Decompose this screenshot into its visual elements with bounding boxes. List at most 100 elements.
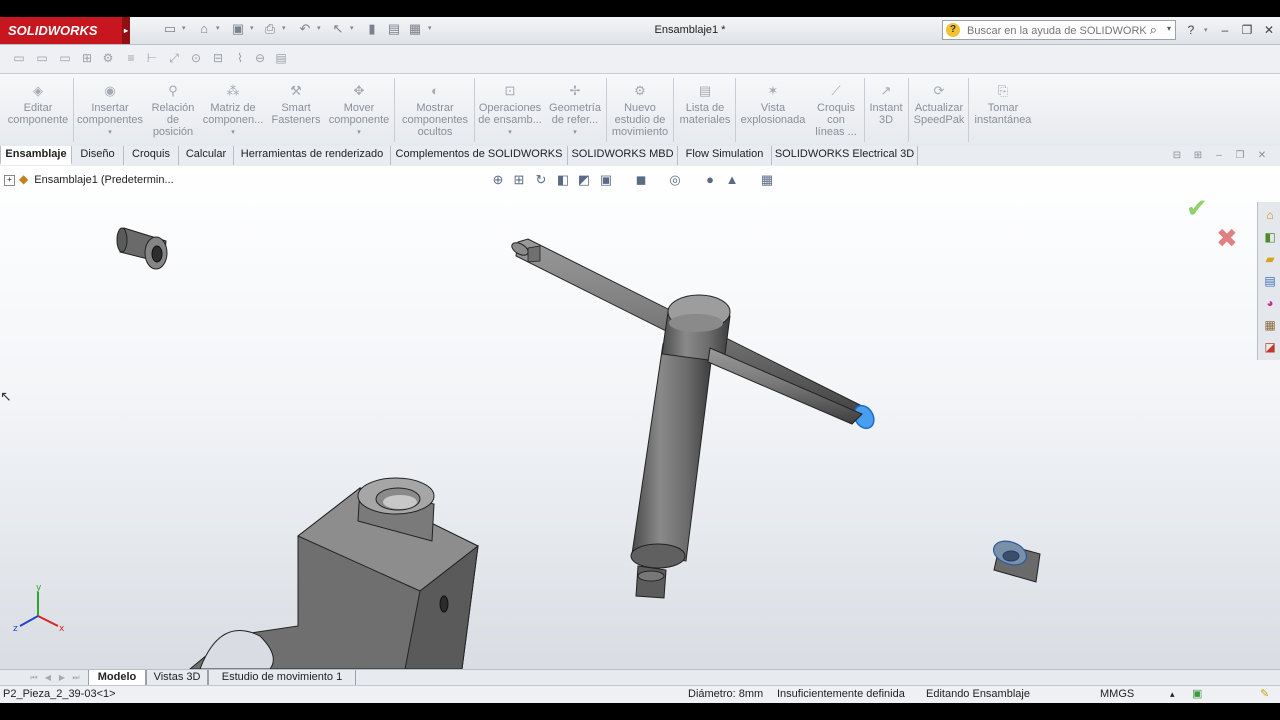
- cmd-smart-fasteners[interactable]: ⚒ Smart Fasteners: [266, 78, 326, 144]
- menu-expand-icon[interactable]: ▸: [122, 17, 130, 44]
- file-explorer-icon[interactable]: ▰: [1261, 250, 1279, 268]
- save-icon[interactable]: ▣: [230, 21, 246, 37]
- undo-icon[interactable]: ↶: [297, 21, 313, 37]
- viewport-restore-icon[interactable]: ❐: [1233, 149, 1247, 163]
- cmd-nuevo-estudio-movimiento[interactable]: ⚙ Nuevo estudio de movimiento: [608, 78, 672, 144]
- help-icon[interactable]: ?: [1182, 22, 1200, 38]
- print-icon[interactable]: ⎙: [262, 21, 278, 37]
- cmd-instant-3d[interactable]: ↗ Instant 3D: [866, 78, 906, 144]
- view-palette-icon[interactable]: ▤: [1261, 272, 1279, 290]
- bracket-part[interactable]: [189, 477, 479, 669]
- toolbar-tool-6-icon[interactable]: ≡: [124, 51, 138, 65]
- tab-herramientas-renderizado[interactable]: Herramientas de renderizado: [234, 146, 391, 165]
- options-icon[interactable]: ▦: [407, 21, 423, 37]
- restore-icon[interactable]: ❐: [1238, 22, 1256, 38]
- solidworks-logo[interactable]: SOLIDWORKS ▸: [0, 17, 130, 44]
- bushing-part-2[interactable]: [990, 537, 1041, 583]
- toolbar-tool-7-icon[interactable]: ⊢: [145, 51, 159, 65]
- new-dropdown-icon[interactable]: ▾: [182, 24, 188, 32]
- rebuild-icon[interactable]: ▮: [364, 21, 380, 37]
- tab-electrical-3d[interactable]: SOLIDWORKS Electrical 3D: [772, 146, 918, 165]
- close-icon[interactable]: ✕: [1260, 22, 1278, 38]
- graphics-area[interactable]: + ◆ Ensamblaje1 (Predetermin... ⊕ ⊞ ↻ ◧ ◩ …: [0, 166, 1280, 669]
- toolbar-tool-4-icon[interactable]: ⊞: [80, 51, 94, 65]
- viewport-tile-icon[interactable]: ⊟: [1170, 149, 1184, 163]
- undo-dropdown-icon[interactable]: ▾: [317, 24, 323, 32]
- toolbar-tool-12-icon[interactable]: ⊖: [253, 51, 267, 65]
- home-icon[interactable]: ⌂: [1261, 206, 1279, 224]
- toolbar-tool-9-icon[interactable]: ⊙: [189, 51, 203, 65]
- custom-properties-icon[interactable]: ▦: [1261, 316, 1279, 334]
- open-dropdown-icon[interactable]: ▾: [216, 24, 222, 32]
- new-document-icon[interactable]: ▭: [162, 21, 178, 37]
- dropdown-arrow-icon[interactable]: ▾: [545, 127, 605, 139]
- help-search-box[interactable]: ? ⌕ ▾: [942, 20, 1176, 40]
- tab-estudio-movimiento[interactable]: Estudio de movimiento 1: [208, 670, 356, 685]
- toolbar-tool-2-icon[interactable]: ▭: [35, 51, 49, 65]
- viewport-close-icon[interactable]: ✕: [1255, 149, 1269, 163]
- toolbar-tool-13-icon[interactable]: ▤: [274, 51, 288, 65]
- cmd-operaciones-ensamblaje[interactable]: ⊡ Operaciones de ensamb... ▾: [476, 78, 544, 144]
- cmd-tomar-instantanea[interactable]: ⎘ Tomar instantánea: [970, 78, 1036, 144]
- dropdown-arrow-icon[interactable]: ▾: [327, 127, 391, 139]
- tab-croquis[interactable]: Croquis: [124, 146, 179, 165]
- select-arrow-icon[interactable]: ↖: [330, 21, 346, 37]
- cmd-vista-explosionada[interactable]: ✶ Vista explosionada: [737, 78, 809, 144]
- toolbar-tool-1-icon[interactable]: ▭: [12, 51, 26, 65]
- search-dropdown-icon[interactable]: ▾: [1167, 24, 1171, 33]
- appearances-icon[interactable]: ◕: [1261, 294, 1279, 312]
- rebuild-status-icon[interactable]: ▣: [1192, 686, 1202, 703]
- tab-modelo[interactable]: Modelo: [88, 670, 146, 685]
- model-scene[interactable]: ✔ ✖ y x z ↖: [0, 166, 1280, 669]
- print-dropdown-icon[interactable]: ▾: [282, 24, 288, 32]
- t-handle-part[interactable]: [510, 238, 878, 599]
- file-properties-icon[interactable]: ▤: [386, 21, 402, 37]
- cmd-mostrar-componentes-ocultos[interactable]: ◐ Mostrar componentes ocultos: [397, 78, 473, 144]
- cmd-lista-materiales[interactable]: ▤ Lista de materiales: [676, 78, 734, 144]
- notifications-icon[interactable]: ✎: [1260, 686, 1269, 703]
- cmd-editar-componente[interactable]: ◈ Editar componente: [4, 78, 72, 144]
- dropdown-arrow-icon[interactable]: ▾: [76, 127, 144, 139]
- toolbar-tool-8-icon[interactable]: ⤢: [167, 51, 181, 65]
- help-dropdown-icon[interactable]: ▾: [1204, 26, 1210, 34]
- search-icon[interactable]: ⌕: [1150, 22, 1157, 38]
- save-dropdown-icon[interactable]: ▾: [250, 24, 256, 32]
- dropdown-arrow-icon[interactable]: ▾: [476, 127, 544, 139]
- open-folder-icon[interactable]: ⌂: [196, 21, 212, 37]
- toolbar-tool-5-icon[interactable]: ⚙: [101, 51, 115, 65]
- resources-icon[interactable]: ◧: [1261, 228, 1279, 246]
- toolbar-tool-3-icon[interactable]: ▭: [58, 51, 72, 65]
- bushing-part-1[interactable]: [116, 227, 168, 270]
- dropdown-arrow-icon[interactable]: ▾: [202, 127, 264, 139]
- confirm-check-icon[interactable]: ✔: [1186, 194, 1208, 224]
- cmd-insertar-componentes[interactable]: ◉ Insertar componentes ▾: [76, 78, 144, 144]
- solidworks-forum-icon[interactable]: ◪: [1261, 338, 1279, 356]
- next-tab-icon[interactable]: ▶: [56, 672, 68, 684]
- tab-calcular[interactable]: Calcular: [179, 146, 234, 165]
- cmd-croquis-lineas[interactable]: ⟋ Croquis con líneas ...: [810, 78, 862, 144]
- cmd-relacion-posicion[interactable]: ⚲ Relación de posición: [145, 78, 201, 144]
- cmd-mover-componente[interactable]: ✥ Mover componente ▾: [327, 78, 391, 144]
- cmd-actualizar-speedpak[interactable]: ⟳ Actualizar SpeedPak: [910, 78, 968, 144]
- viewport-split-icon[interactable]: ⊞: [1191, 149, 1205, 163]
- last-tab-icon[interactable]: ⏭: [70, 672, 82, 684]
- viewport-minimize-icon[interactable]: –: [1212, 149, 1226, 163]
- select-dropdown-icon[interactable]: ▾: [350, 24, 356, 32]
- help-search-input[interactable]: [965, 22, 1149, 40]
- cmd-matriz-componentes[interactable]: ⁂ Matriz de componen... ▾: [202, 78, 264, 144]
- minimize-icon[interactable]: –: [1216, 22, 1234, 38]
- options-dropdown-icon[interactable]: ▾: [428, 24, 434, 32]
- units-dropdown-icon[interactable]: ▴: [1170, 686, 1175, 703]
- toolbar-tool-11-icon[interactable]: ⌇: [233, 51, 247, 65]
- tab-ensamblaje[interactable]: Ensamblaje: [0, 146, 72, 165]
- units-selector[interactable]: MMGS: [1100, 686, 1134, 703]
- tab-solidworks-mbd[interactable]: SOLIDWORKS MBD: [568, 146, 678, 165]
- tab-diseno[interactable]: Diseño: [72, 146, 124, 165]
- first-tab-icon[interactable]: ⏮: [28, 672, 40, 684]
- cmd-geometria-referencia[interactable]: ✢ Geometría de refer... ▾: [545, 78, 605, 144]
- cancel-x-icon[interactable]: ✖: [1216, 224, 1238, 254]
- tab-vistas-3d[interactable]: Vistas 3D: [146, 670, 208, 685]
- tab-flow-simulation[interactable]: Flow Simulation: [678, 146, 772, 165]
- tab-complementos[interactable]: Complementos de SOLIDWORKS: [391, 146, 568, 165]
- prev-tab-icon[interactable]: ◀: [42, 672, 54, 684]
